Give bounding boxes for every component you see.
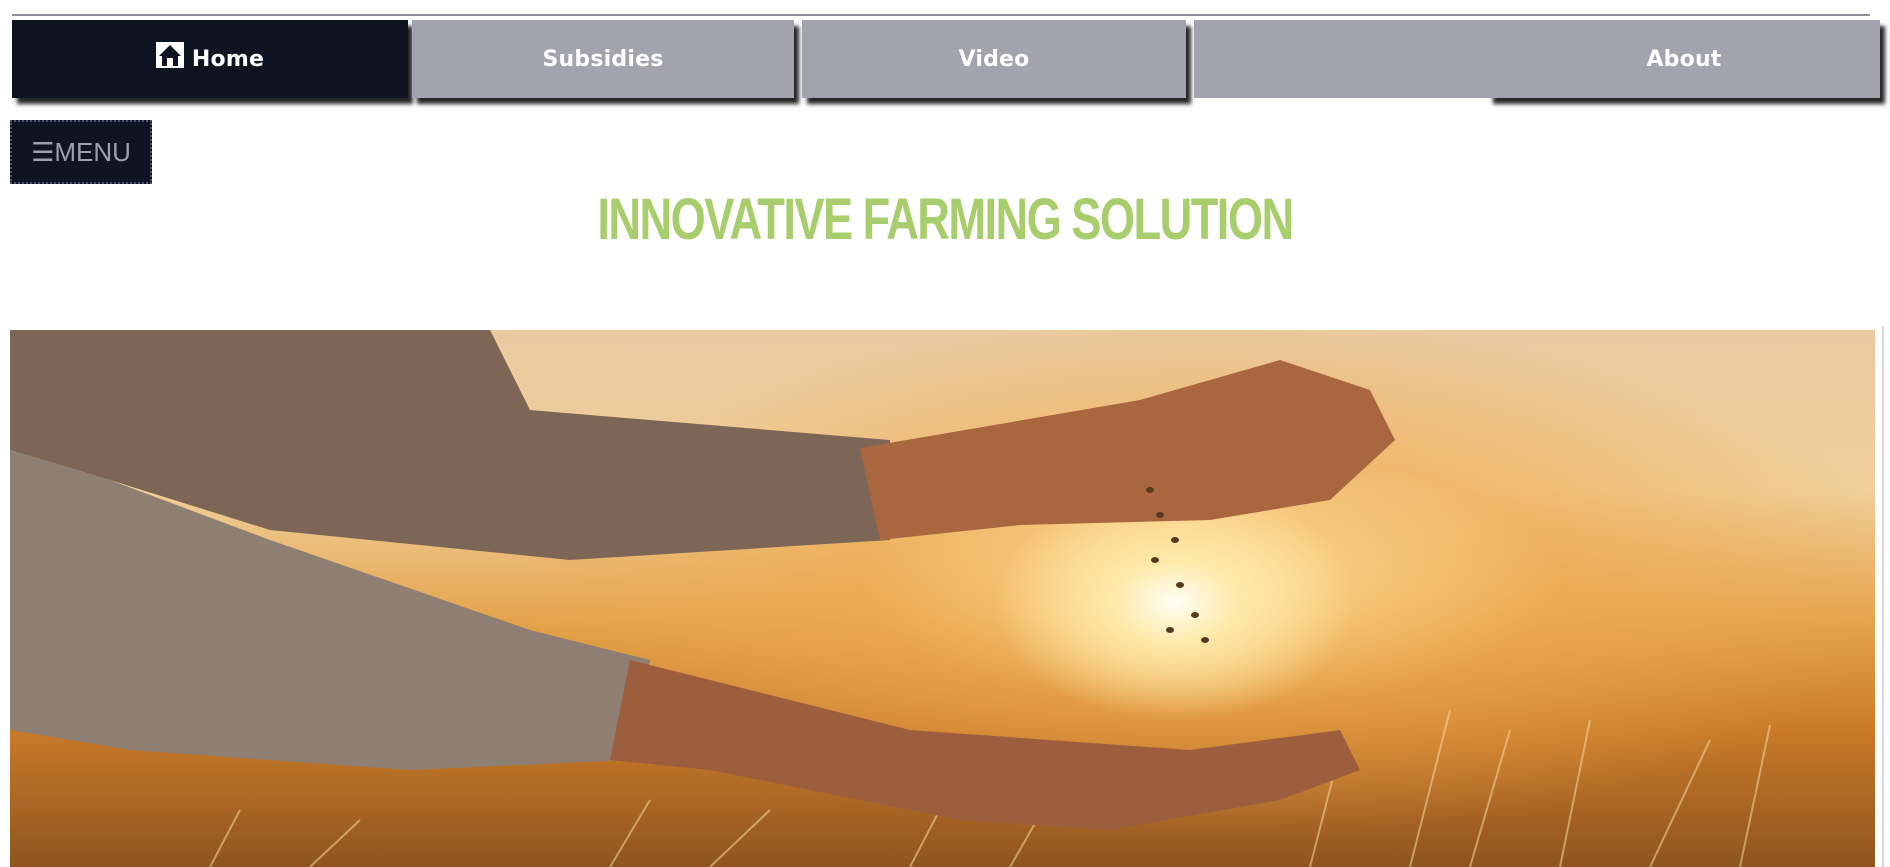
home-icon — [155, 42, 184, 68]
hero-border — [1882, 326, 1884, 867]
nav-subsidies-label: Subsidies — [542, 46, 664, 72]
nav-home[interactable]: Home — [12, 20, 408, 98]
nav-about[interactable]: About — [1488, 20, 1880, 98]
hero-image — [10, 330, 1875, 867]
top-navigation: Home Subsidies Video About — [12, 14, 1880, 98]
nav-empty-item[interactable] — [1194, 20, 1488, 98]
hero-illustration — [10, 330, 1771, 867]
lower-hand — [610, 660, 1360, 830]
nav-video-label: Video — [958, 46, 1030, 72]
nav-about-label: About — [1646, 46, 1722, 72]
nav-video[interactable]: Video — [802, 20, 1186, 98]
menu-button-label: ☰MENU — [31, 136, 131, 167]
upper-hand — [860, 360, 1395, 540]
nav-home-label: Home — [191, 46, 265, 72]
page-title: Innovative Farming Solution — [597, 187, 1294, 252]
nav-subsidies[interactable]: Subsidies — [412, 20, 794, 98]
menu-button[interactable]: ☰MENU — [10, 120, 152, 184]
